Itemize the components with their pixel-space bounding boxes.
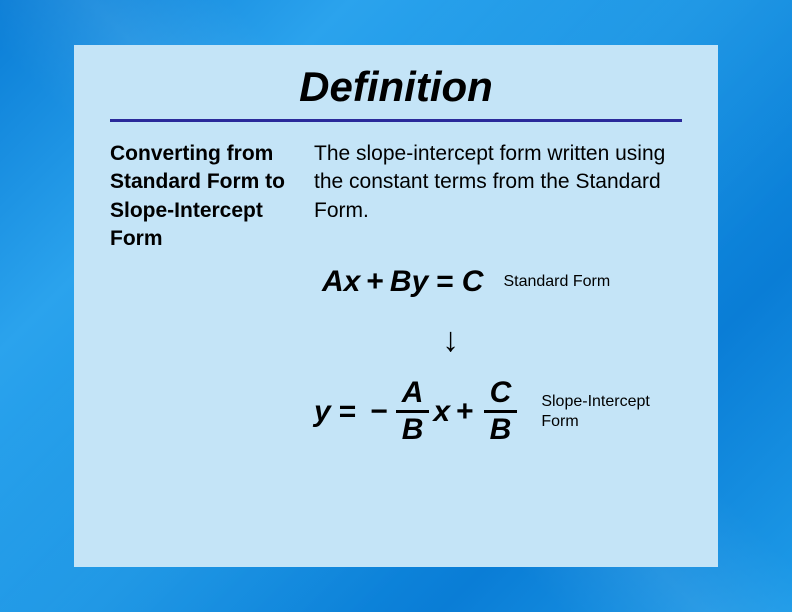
plus-operator: + bbox=[456, 395, 474, 429]
plus-operator: + bbox=[366, 265, 384, 299]
equation-slope-intercept-row: y = − A B x + C B Slope-I bbox=[314, 376, 682, 447]
description-column: The slope-intercept form written using t… bbox=[314, 140, 682, 459]
arrow-row: ↓ bbox=[314, 321, 682, 360]
denominator-B: B bbox=[484, 413, 518, 447]
equation-standard-form: Ax + By = C bbox=[322, 265, 483, 299]
negative-sign: − bbox=[370, 395, 388, 429]
equals-sign: = bbox=[339, 395, 357, 429]
var-B: B bbox=[390, 265, 412, 299]
equation-standard-form-row: Ax + By = C Standard Form bbox=[314, 265, 682, 299]
var-x: x bbox=[344, 265, 361, 299]
card-content: Converting from Standard Form to Slope-I… bbox=[110, 140, 682, 459]
var-A: A bbox=[322, 265, 344, 299]
var-x: x bbox=[433, 395, 450, 429]
equation-slope-intercept: y = − A B x + C B bbox=[314, 376, 521, 447]
var-y: y bbox=[412, 265, 429, 299]
var-y: y bbox=[314, 395, 331, 429]
fraction-C-over-B: C B bbox=[484, 376, 518, 447]
down-arrow-icon: ↓ bbox=[442, 321, 459, 359]
denominator-B: B bbox=[396, 413, 430, 447]
definition-card: Definition Converting from Standard Form… bbox=[74, 45, 718, 567]
description-text: The slope-intercept form written using t… bbox=[314, 140, 682, 225]
term-text: Converting from Standard Form to Slope-I… bbox=[110, 140, 290, 253]
standard-form-label: Standard Form bbox=[503, 272, 610, 291]
numerator-C: C bbox=[484, 376, 518, 410]
slope-intercept-label: Slope-Intercept Form bbox=[541, 392, 682, 430]
equals-sign: = bbox=[436, 265, 454, 299]
term-column: Converting from Standard Form to Slope-I… bbox=[110, 140, 290, 459]
var-C: C bbox=[462, 265, 484, 299]
numerator-A: A bbox=[396, 376, 430, 410]
fraction-A-over-B: A B bbox=[396, 376, 430, 447]
title-underline bbox=[110, 119, 682, 122]
card-title: Definition bbox=[110, 63, 682, 111]
